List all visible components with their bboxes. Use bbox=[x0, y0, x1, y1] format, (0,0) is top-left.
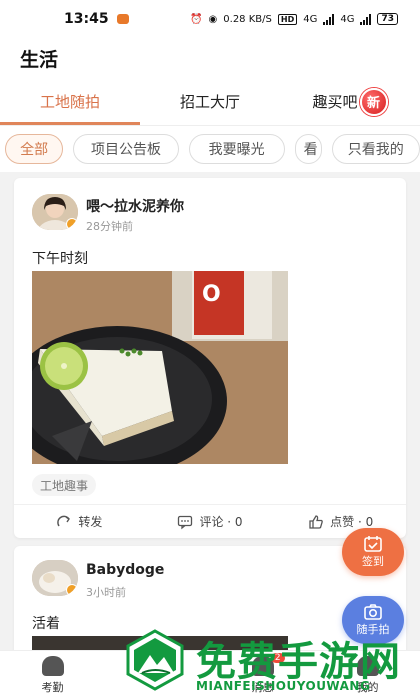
post-username[interactable]: Babydoge bbox=[86, 562, 164, 578]
network-speed: 0.28 KB/S bbox=[223, 13, 272, 25]
avatar[interactable] bbox=[32, 194, 78, 230]
share-button[interactable]: 转发 bbox=[14, 505, 145, 538]
verified-badge bbox=[66, 584, 78, 596]
status-bar: 13:45 ⏰ ◉ 0.28 KB/S HD 4G 4G 73 bbox=[0, 0, 420, 38]
post-text: 下午时刻 bbox=[32, 251, 88, 267]
tab-label: 工地随拍 bbox=[39, 93, 100, 111]
post-time: 28分钟前 bbox=[86, 220, 133, 233]
post-time: 3小时前 bbox=[86, 586, 126, 599]
post-image[interactable]: O bbox=[32, 271, 288, 464]
comment-button[interactable]: 评论 · 0 bbox=[145, 505, 276, 538]
nav-mine[interactable]: 我的 bbox=[315, 651, 420, 700]
top-tabs: 工地随拍 招工大厅 趣买吧 新 bbox=[0, 78, 420, 126]
sign-in-label: 签到 bbox=[362, 555, 384, 568]
status-icons: ⏰ ◉ 0.28 KB/S HD 4G 4G 73 bbox=[190, 13, 398, 25]
page-header: 生活 bbox=[0, 38, 420, 78]
attendance-icon bbox=[41, 656, 64, 676]
camera-icon bbox=[364, 604, 382, 620]
share-icon bbox=[57, 515, 71, 526]
snapshot-label: 随手拍 bbox=[356, 623, 390, 636]
tab-label: 招工大厅 bbox=[179, 93, 240, 111]
tab-recruitment-hall[interactable]: 招工大厅 bbox=[140, 78, 280, 125]
battery-icon: 73 bbox=[377, 13, 398, 25]
avatar[interactable] bbox=[32, 560, 78, 596]
bottom-nav: 考勤 2 消息 我的 bbox=[0, 650, 420, 700]
cake-photo: O bbox=[32, 271, 288, 464]
network-type-1: 4G bbox=[303, 13, 318, 25]
filter-only-mine[interactable]: 只看我的 bbox=[331, 134, 420, 164]
nav-label: 考勤 bbox=[41, 681, 64, 694]
post-actions: 转发 评论 · 0 点赞 · 0 bbox=[14, 504, 406, 538]
filter-chips: 全部 项目公告板 我要曝光 看 只看我的 bbox=[0, 126, 420, 172]
post-text: 活着 bbox=[32, 616, 60, 632]
post-username[interactable]: 喂～拉水泥养你 bbox=[86, 196, 184, 216]
nav-label: 消息 bbox=[251, 681, 274, 694]
nav-attendance[interactable]: 考勤 bbox=[0, 651, 105, 700]
app-notification-icon bbox=[116, 14, 129, 24]
comment-icon bbox=[178, 515, 193, 529]
nav-label: 我的 bbox=[356, 681, 379, 694]
snapshot-button[interactable]: 随手拍 bbox=[342, 596, 404, 644]
location-icon: ◉ bbox=[208, 13, 218, 25]
signal-icon bbox=[323, 13, 335, 25]
svg-text:O: O bbox=[202, 282, 221, 307]
share-label: 转发 bbox=[78, 515, 103, 529]
comment-label: 评论 · 0 bbox=[199, 515, 243, 529]
post-card[interactable]: 喂～拉水泥养你 28分钟前 下午时刻 O 工地趣事 转发 评论 · 0 点赞 ·… bbox=[14, 178, 406, 538]
signal-icon-2 bbox=[360, 13, 372, 25]
thumbs-up-icon bbox=[309, 514, 323, 529]
nav-life[interactable] bbox=[105, 651, 210, 700]
page-title: 生活 bbox=[20, 48, 59, 71]
nav-messages[interactable]: 2 消息 bbox=[210, 651, 315, 700]
tab-site-photos[interactable]: 工地随拍 bbox=[0, 78, 140, 125]
sign-in-button[interactable]: 签到 bbox=[342, 528, 404, 576]
hd-icon: HD bbox=[277, 13, 298, 25]
post-tag[interactable]: 工地趣事 bbox=[32, 474, 97, 496]
verified-badge bbox=[66, 218, 78, 230]
new-badge: 新 bbox=[359, 87, 388, 116]
profile-icon bbox=[356, 656, 379, 676]
status-time: 13:45 bbox=[64, 11, 109, 27]
life-icon bbox=[146, 664, 169, 684]
tab-fun-shop[interactable]: 趣买吧 新 bbox=[280, 78, 420, 125]
network-type-2: 4G bbox=[340, 13, 355, 25]
filter-partial[interactable]: 看 bbox=[294, 134, 322, 164]
filter-project-board[interactable]: 项目公告板 bbox=[73, 134, 179, 164]
alarm-icon: ⏰ bbox=[190, 13, 203, 25]
filter-expose[interactable]: 我要曝光 bbox=[188, 134, 285, 164]
tab-label: 趣买吧 bbox=[312, 93, 358, 111]
message-count-badge: 2 bbox=[270, 653, 285, 663]
filter-all[interactable]: 全部 bbox=[5, 134, 64, 164]
calendar-check-icon bbox=[364, 536, 382, 552]
